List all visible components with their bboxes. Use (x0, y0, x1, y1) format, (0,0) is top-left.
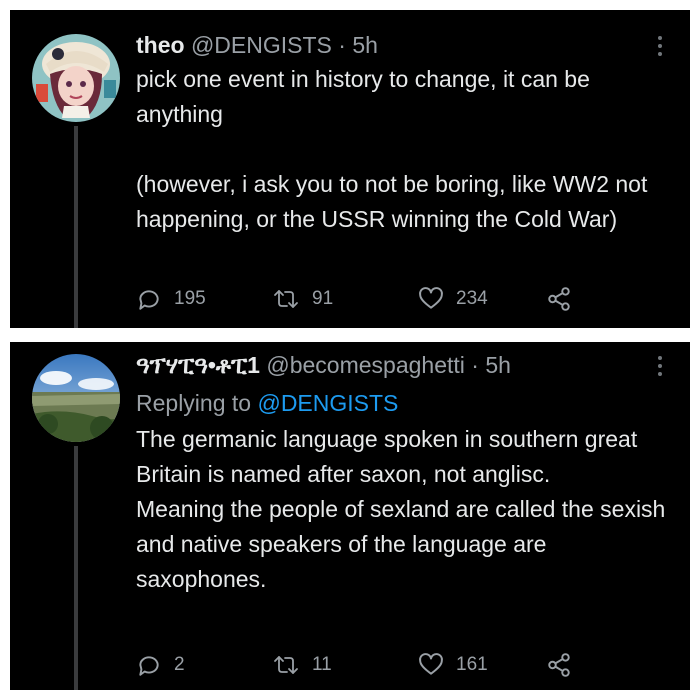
more-icon[interactable] (658, 36, 664, 56)
reply-icon (139, 656, 159, 676)
separator: · (471, 352, 479, 378)
tweet-text: pick one event in history to change, it … (136, 62, 670, 237)
separator: · (338, 32, 346, 58)
replying-label: Replying to (136, 390, 252, 416)
like-count: 161 (456, 654, 488, 675)
mention-link[interactable]: @DENGISTS (257, 390, 398, 416)
like-button[interactable]: 234 (418, 284, 488, 314)
tweet-paragraph: Meaning the people of sexland are called… (136, 496, 666, 592)
tweet-card[interactable]: theo @DENGISTS · 5h pick one event in hi… (10, 10, 690, 328)
tweet-paragraph: The germanic language spoken in southern… (136, 426, 638, 487)
retweet-icon (274, 656, 298, 674)
tweet-card[interactable]: ዓፕሃፒዓ•ቶፒ1 @becomespaghetti · 5h Replying… (10, 342, 690, 690)
reply-icon (139, 290, 159, 310)
display-name[interactable]: ዓፕሃፒዓ•ቶፒ1 (136, 352, 260, 378)
retweet-button[interactable]: 91 (272, 284, 333, 314)
thread-line (74, 126, 78, 328)
tweet-paragraph: pick one event in history to change, it … (136, 66, 590, 127)
reply-count: 2 (174, 654, 185, 675)
avatar[interactable] (32, 354, 120, 442)
share-icon (548, 287, 570, 311)
user-handle[interactable]: @DENGISTS (191, 32, 332, 58)
tweet-header: theo @DENGISTS · 5h (136, 30, 660, 60)
tweet-actions: 195 91 234 (136, 284, 606, 314)
tweet-text: The germanic language spoken in southern… (136, 422, 670, 597)
tweet-header: ዓፕሃፒዓ•ቶፒ1 @becomespaghetti · 5h (136, 350, 660, 380)
more-icon[interactable] (658, 356, 664, 376)
like-icon (419, 653, 443, 675)
like-icon (419, 287, 443, 309)
like-button[interactable]: 161 (418, 650, 488, 680)
avatar[interactable] (32, 34, 120, 122)
reply-count: 195 (174, 288, 206, 309)
tweet-actions: 2 11 161 (136, 650, 606, 680)
thread-line (74, 446, 78, 690)
timestamp[interactable]: 5h (352, 32, 378, 58)
reply-button[interactable]: 195 (136, 284, 206, 314)
share-button[interactable] (546, 284, 572, 314)
retweet-count: 91 (312, 288, 334, 309)
share-icon (548, 653, 570, 677)
display-name[interactable]: theo (136, 32, 185, 58)
like-count: 234 (456, 288, 488, 309)
retweet-icon (274, 290, 298, 308)
retweet-button[interactable]: 11 (272, 650, 332, 680)
retweet-count: 11 (312, 654, 332, 675)
replying-to: Replying to @DENGISTS (136, 388, 398, 418)
share-button[interactable] (546, 650, 572, 680)
timestamp[interactable]: 5h (485, 352, 511, 378)
tweet-paragraph: (however, i ask you to not be boring, li… (136, 171, 648, 232)
reply-button[interactable]: 2 (136, 650, 185, 680)
user-handle[interactable]: @becomespaghetti (266, 352, 465, 378)
